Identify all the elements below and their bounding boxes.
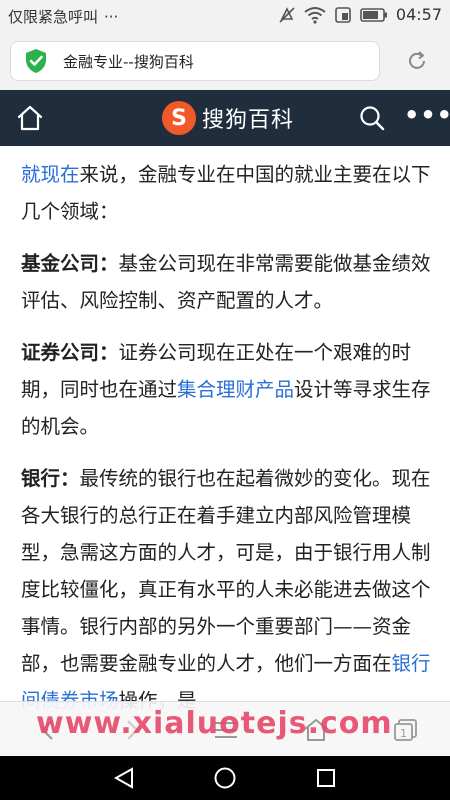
- nav-home-icon[interactable]: [213, 766, 237, 790]
- page-title: 金融专业--搜狗百科: [63, 52, 194, 71]
- intro-link[interactable]: 就现在: [21, 163, 80, 186]
- intro-paragraph: 就现在来说，金融专业在中国的就业主要在以下几个领域：: [21, 156, 431, 230]
- secure-shield-icon: [23, 48, 49, 74]
- article-content: 就现在来说，金融专业在中国的就业主要在以下几个领域： 基金公司：基金公司现在非常…: [21, 156, 431, 734]
- section-term: 证券公司：: [21, 341, 119, 364]
- site-header: S 搜狗百科 •••: [0, 90, 450, 146]
- address-bar: 金融专业--搜狗百科: [0, 32, 450, 90]
- svg-text:1: 1: [400, 727, 407, 740]
- status-right: 04:57: [278, 5, 442, 24]
- wifi-icon: [304, 6, 326, 24]
- sogou-baike-logo[interactable]: S 搜狗百科: [162, 101, 294, 135]
- notification-more-icon: ···: [104, 7, 119, 26]
- nav-back-icon[interactable]: [112, 766, 136, 790]
- more-menu-button[interactable]: •••: [404, 103, 450, 132]
- wealth-product-link[interactable]: 集合理财产品: [177, 378, 294, 401]
- nav-recents-icon[interactable]: [314, 766, 338, 790]
- url-field[interactable]: 金融专业--搜狗百科: [10, 41, 380, 81]
- section-bank: 银行：最传统的银行也在起着微妙的变化。现在各大银行的总行正在着手建立内部风险管理…: [21, 460, 431, 719]
- section-term: 银行：: [21, 467, 80, 490]
- logo-text: 搜狗百科: [202, 108, 295, 133]
- section-term: 基金公司：: [21, 252, 119, 275]
- status-bar: 仅限紧急呼叫 ··· 04:57: [0, 0, 450, 32]
- reload-icon[interactable]: [406, 50, 428, 72]
- android-nav-bar: [0, 756, 450, 800]
- section-text: 最传统的银行也在起着微妙的变化。现在各大银行的总行正在着手建立内部风险管理模型，…: [21, 467, 431, 675]
- status-left: 仅限紧急呼叫 ···: [8, 6, 118, 27]
- home-icon[interactable]: [16, 104, 44, 132]
- intro-text: 来说，金融专业在中国的就业主要在以下几个领域：: [21, 163, 431, 223]
- sim-icon: [334, 6, 352, 24]
- section-fund-company: 基金公司：基金公司现在非常需要能做基金绩效评估、风险控制、资产配置的人才。: [21, 245, 431, 319]
- section-securities-company: 证券公司：证券公司现在正处在一个艰难的时期，同时也在通过集合理财产品设计等寻求生…: [21, 334, 431, 445]
- battery-icon: [360, 7, 388, 23]
- clock: 04:57: [395, 5, 442, 24]
- watermark: www.xialuotejs.com: [36, 706, 393, 741]
- tabs-icon[interactable]: 1: [392, 716, 420, 744]
- mute-icon: [278, 6, 296, 24]
- carrier-text: 仅限紧急呼叫: [8, 8, 99, 26]
- sogou-logo-icon: S: [162, 101, 196, 135]
- search-icon[interactable]: [358, 104, 386, 132]
